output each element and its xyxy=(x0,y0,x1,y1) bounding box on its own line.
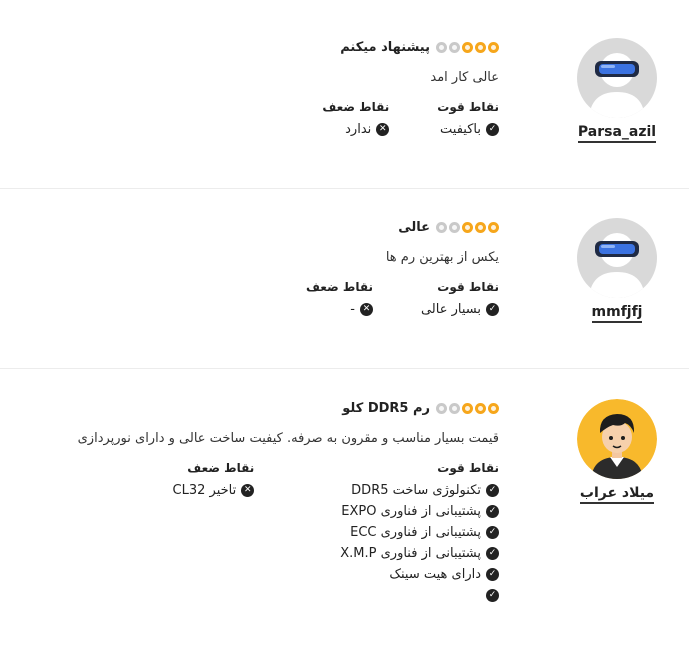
cons-heading: نقاط ضعف xyxy=(322,100,390,114)
rating-stars xyxy=(436,42,499,53)
pro-item: ✓ تکنولوژی ساخت DDR5 xyxy=(340,480,499,501)
cons-column: نقاط ضعف ✕ تاخیر CL32 xyxy=(173,461,255,606)
star-icon xyxy=(449,403,460,414)
vr-headset-avatar-icon xyxy=(577,218,657,298)
star-icon xyxy=(436,403,447,414)
review-card: Parsa_azil پیشنهاد میکنم عالی کار امد نق… xyxy=(0,0,689,189)
review-content: رم DDR5 کلو قیمت بسیار مناسب و مقرون به … xyxy=(78,401,499,606)
pro-item: ✓ باکیفیت xyxy=(437,119,499,140)
reviewer-username[interactable]: میلاد عراب xyxy=(579,485,655,504)
pros-column: نقاط قوت ✓ باکیفیت xyxy=(437,100,499,140)
pro-text: بسیار عالی xyxy=(420,302,481,317)
cartoon-boy-avatar-icon xyxy=(577,399,657,479)
con-text: ندارد xyxy=(345,122,372,137)
check-circle-icon: ✓ xyxy=(486,568,499,581)
pro-item: ✓ پشتیبانی از فناوری EXPO xyxy=(340,501,499,522)
cons-heading: نقاط ضعف xyxy=(306,280,373,294)
check-circle-icon: ✓ xyxy=(486,505,499,518)
star-icon xyxy=(436,222,447,233)
review-title: عالی xyxy=(398,220,430,235)
pro-item: ✓ دارای هیت سینک xyxy=(340,564,499,585)
x-circle-icon: ✕ xyxy=(359,303,373,316)
star-icon xyxy=(462,222,473,233)
review-title: پیشنهاد میکنم xyxy=(340,40,430,55)
star-icon xyxy=(449,42,460,53)
x-circle-icon: ✕ xyxy=(241,484,255,497)
cons-heading: نقاط ضعف xyxy=(187,461,255,475)
pros-column: نقاط قوت ✓ بسیار عالی xyxy=(421,280,499,320)
pro-item: ✓ پشتیبانی از فناوری ECC xyxy=(340,522,499,543)
star-icon xyxy=(488,42,499,53)
con-text: - xyxy=(350,302,355,317)
star-icon xyxy=(475,222,486,233)
reviewer: mmfjfj xyxy=(577,218,657,323)
pros-column: نقاط قوت ✓ تکنولوژی ساخت DDR5 ✓ پشتیبانی… xyxy=(340,461,499,606)
review-card: mmfjfj عالی یکس از بهترین رم ها نقاط قوت… xyxy=(0,189,689,369)
review-content: پیشنهاد میکنم عالی کار امد نقاط قوت ✓ با… xyxy=(322,40,499,140)
review-content: عالی یکس از بهترین رم ها نقاط قوت ✓ بسیا… xyxy=(306,220,499,320)
check-circle-icon: ✓ xyxy=(486,526,499,539)
reviewer: میلاد عراب xyxy=(577,399,657,504)
pro-text: دارای هیت سینک xyxy=(389,567,481,582)
reviewer-username[interactable]: mmfjfj xyxy=(591,304,643,323)
star-icon xyxy=(488,222,499,233)
star-icon xyxy=(462,403,473,414)
check-circle-icon: ✓ xyxy=(486,547,499,560)
con-text: تاخیر CL32 xyxy=(172,483,237,498)
check-circle-icon: ✓ xyxy=(486,303,499,316)
pro-text: تکنولوژی ساخت DDR5 xyxy=(351,483,481,498)
pro-item: ✓ xyxy=(340,585,499,606)
check-circle-icon: ✓ xyxy=(486,589,499,602)
pro-item: ✓ پشتیبانی از فناوری X.M.P xyxy=(340,543,499,564)
pro-item: ✓ بسیار عالی xyxy=(421,299,499,320)
x-circle-icon: ✕ xyxy=(376,123,390,136)
star-icon xyxy=(475,42,486,53)
cons-column: نقاط ضعف ✕ - xyxy=(306,280,373,320)
cons-column: نقاط ضعف ✕ ندارد xyxy=(322,100,390,140)
check-circle-icon: ✓ xyxy=(486,123,499,136)
pro-text: پشتیبانی از فناوری X.M.P xyxy=(340,546,481,561)
star-icon xyxy=(488,403,499,414)
pros-heading: نقاط قوت xyxy=(437,461,499,475)
check-circle-icon: ✓ xyxy=(486,484,499,497)
pro-text: پشتیبانی از فناوری ECC xyxy=(350,525,481,540)
vr-headset-avatar-icon xyxy=(577,38,657,118)
pro-text: باکیفیت xyxy=(440,122,481,137)
con-item: ✕ - xyxy=(306,299,373,320)
star-icon xyxy=(436,42,447,53)
rating-stars xyxy=(436,403,499,414)
review-comment: عالی کار امد xyxy=(430,70,499,85)
review-comment: قیمت بسیار مناسب و مقرون به صرفه. کیفیت … xyxy=(77,431,499,446)
review-card: میلاد عراب رم DDR5 کلو قیمت بسیار مناسب … xyxy=(0,369,689,661)
reviewer: Parsa_azil xyxy=(577,38,657,143)
star-icon xyxy=(475,403,486,414)
review-comment: یکس از بهترین رم ها xyxy=(385,250,499,265)
con-item: ✕ ندارد xyxy=(322,119,390,140)
pros-heading: نقاط قوت xyxy=(437,100,499,114)
star-icon xyxy=(449,222,460,233)
pro-text: پشتیبانی از فناوری EXPO xyxy=(341,504,481,519)
reviewer-username[interactable]: Parsa_azil xyxy=(577,124,657,143)
star-icon xyxy=(462,42,473,53)
con-item: ✕ تاخیر CL32 xyxy=(173,480,255,501)
rating-stars xyxy=(436,222,499,233)
pros-heading: نقاط قوت xyxy=(437,280,499,294)
review-title: رم DDR5 کلو xyxy=(342,401,430,416)
